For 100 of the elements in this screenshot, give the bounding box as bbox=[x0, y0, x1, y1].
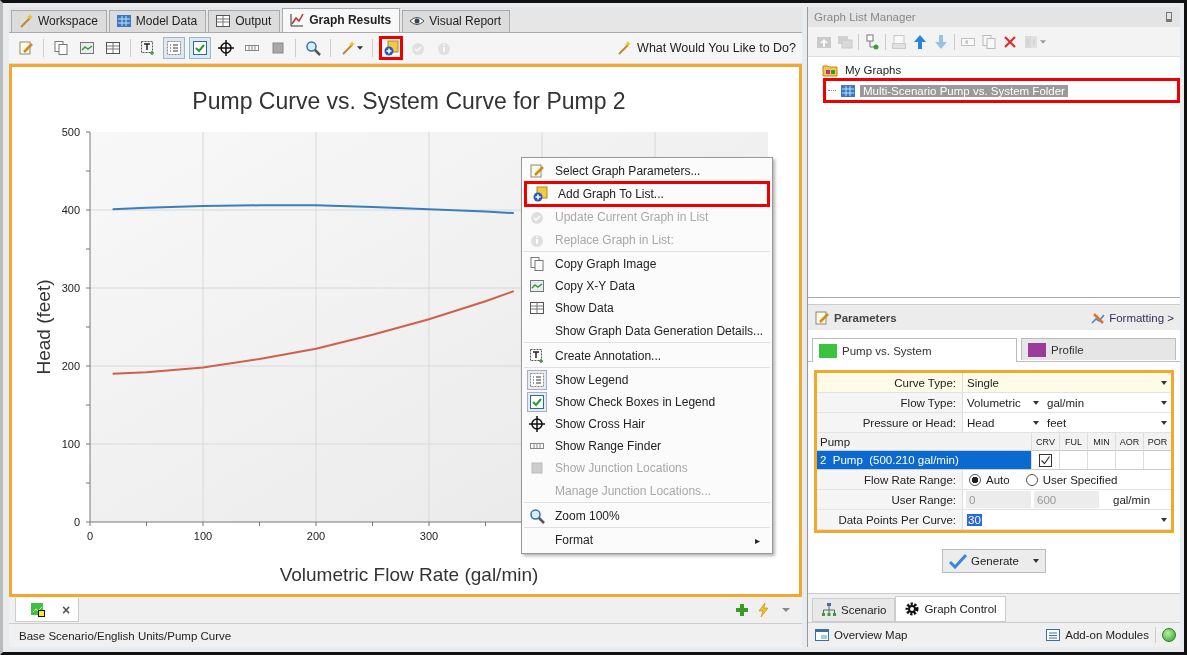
menu-item[interactable]: Zoom 100% bbox=[524, 504, 770, 528]
dropdown-field[interactable]: Volumetric bbox=[963, 393, 1043, 412]
check-disc-icon bbox=[529, 209, 545, 225]
square-icon bbox=[529, 460, 545, 476]
legend-icon bbox=[166, 39, 182, 56]
grid-icon bbox=[115, 13, 132, 30]
document-pencil-icon bbox=[529, 163, 545, 179]
caret-icon bbox=[1033, 420, 1039, 425]
document-pencil-icon bbox=[18, 39, 34, 56]
tree-item[interactable]: My Graphs bbox=[842, 63, 905, 76]
tab[interactable]: Graph Results bbox=[282, 7, 401, 32]
grid-icon bbox=[840, 82, 856, 99]
menu-item[interactable]: Copy X-Y Data bbox=[524, 275, 770, 297]
tab[interactable]: Output bbox=[208, 9, 281, 32]
menu-item[interactable]: Show Graph Data Generation Details... bbox=[524, 319, 770, 343]
arrow-down-icon bbox=[933, 33, 949, 50]
unit-label: gal/min bbox=[1113, 493, 1151, 506]
column-header: FUL bbox=[1059, 433, 1087, 451]
chart-title: Pump Curve vs. System Curve for Pump 2 bbox=[192, 87, 626, 114]
radio-option[interactable]: Auto bbox=[969, 473, 1010, 486]
field-label: Pressure or Head: bbox=[817, 413, 963, 432]
y-tick-label: 100 bbox=[61, 437, 80, 450]
tab[interactable]: Pump vs. System bbox=[812, 338, 1017, 362]
checkbox[interactable] bbox=[1039, 453, 1052, 467]
dropdown-field[interactable]: Single bbox=[963, 373, 1171, 392]
search-icon bbox=[305, 39, 321, 56]
tab[interactable]: Scenario bbox=[812, 598, 896, 622]
plus-icon[interactable] bbox=[734, 602, 750, 619]
menu-item[interactable]: Show Check Boxes in Legend bbox=[524, 391, 770, 413]
close-button[interactable]: × bbox=[62, 601, 71, 618]
arrow-up-icon bbox=[912, 33, 928, 50]
graph-icon bbox=[289, 12, 306, 29]
field-label: Flow Type: bbox=[817, 393, 963, 412]
generate-button[interactable]: Generate bbox=[942, 549, 1046, 573]
menu-item[interactable]: Copy Graph Image bbox=[524, 253, 770, 275]
lightning-icon[interactable] bbox=[756, 602, 772, 619]
copy-icon bbox=[981, 33, 997, 50]
y-tick-label: 300 bbox=[61, 281, 80, 294]
y-tick-label: 200 bbox=[61, 359, 80, 372]
table-icon bbox=[105, 39, 121, 56]
tab[interactable]: Visual Report bbox=[402, 9, 511, 32]
menu-item[interactable]: Show Data bbox=[524, 297, 770, 319]
table-icon bbox=[215, 13, 232, 30]
square-icon bbox=[270, 39, 286, 56]
settings-icon bbox=[904, 601, 921, 617]
pin-icon[interactable] bbox=[1166, 12, 1172, 22]
caret-icon bbox=[1161, 420, 1167, 425]
field-label: Data Points Per Curve: bbox=[817, 510, 963, 529]
column-header: CRV bbox=[1031, 433, 1059, 451]
dropdown-field[interactable]: 30 bbox=[963, 510, 1171, 529]
text-tool-icon bbox=[140, 39, 156, 56]
tab[interactable]: Profile bbox=[1021, 338, 1176, 360]
status-light-icon bbox=[1162, 628, 1176, 642]
text-tool-icon bbox=[529, 347, 545, 364]
table-row[interactable]: 2 Pump (500.210 gal/min) bbox=[817, 451, 1031, 469]
delete-icon bbox=[1002, 33, 1018, 50]
hierarchy-icon bbox=[821, 602, 837, 618]
menu-item[interactable]: Show Cross Hair bbox=[524, 413, 770, 435]
column-header: POR bbox=[1143, 433, 1171, 451]
dropdown-field[interactable]: Head bbox=[963, 413, 1043, 432]
wand-icon bbox=[616, 39, 633, 56]
panel-title: Parameters bbox=[834, 311, 897, 324]
dropdown-field[interactable]: feet bbox=[1043, 413, 1171, 432]
stack-icon bbox=[837, 33, 853, 50]
dropdown-field[interactable]: gal/min bbox=[1043, 393, 1171, 412]
tab[interactable]: Workspace bbox=[11, 9, 107, 32]
copy-icon bbox=[529, 256, 545, 272]
menu-item[interactable]: Select Graph Parameters... bbox=[524, 160, 770, 182]
overview-map-button[interactable]: Overview Map bbox=[814, 627, 908, 643]
tab[interactable]: Model Data bbox=[108, 9, 207, 32]
radio-option[interactable]: User Specified bbox=[1025, 473, 1118, 486]
image-copy-icon bbox=[79, 39, 95, 56]
node-icon bbox=[864, 33, 880, 50]
highlighted-toolbar-button[interactable] bbox=[379, 35, 403, 60]
help-link[interactable]: What Would You Like to Do? bbox=[616, 39, 796, 56]
column-header: AOR bbox=[1115, 433, 1143, 451]
x-tick-label: 300 bbox=[419, 529, 439, 542]
sync-icon bbox=[1023, 33, 1039, 50]
wand-icon bbox=[340, 39, 356, 56]
formatting-link[interactable]: Formatting > bbox=[1090, 309, 1174, 326]
panel-title: Graph List Manager bbox=[814, 11, 916, 23]
menu-item[interactable]: Create Annotation... bbox=[524, 344, 770, 368]
checkbox-icon bbox=[529, 394, 545, 410]
menu-item[interactable]: Show Range Finder bbox=[524, 435, 770, 457]
caret-icon bbox=[357, 45, 363, 50]
caret-icon bbox=[1161, 400, 1167, 405]
add-on-modules-button[interactable]: Add-on Modules bbox=[1045, 627, 1156, 643]
image-copy-icon bbox=[529, 278, 545, 294]
tab[interactable]: Graph Control bbox=[895, 596, 1006, 622]
menu-item[interactable]: Show Legend bbox=[524, 369, 770, 391]
x-axis-title: Volumetric Flow Rate (gal/min) bbox=[279, 563, 539, 585]
wand-icon bbox=[18, 13, 34, 30]
x-tick-label: 200 bbox=[306, 529, 326, 542]
graph-tab[interactable]: × bbox=[15, 598, 80, 623]
check-icon bbox=[949, 553, 967, 569]
menu-item[interactable]: Format ▸ bbox=[524, 529, 770, 551]
y-tick-label: 0 bbox=[73, 515, 80, 528]
menu-item[interactable]: Add Graph To List... bbox=[524, 181, 770, 207]
y-tick-label: 400 bbox=[61, 203, 80, 216]
add-graph-icon bbox=[383, 39, 399, 56]
